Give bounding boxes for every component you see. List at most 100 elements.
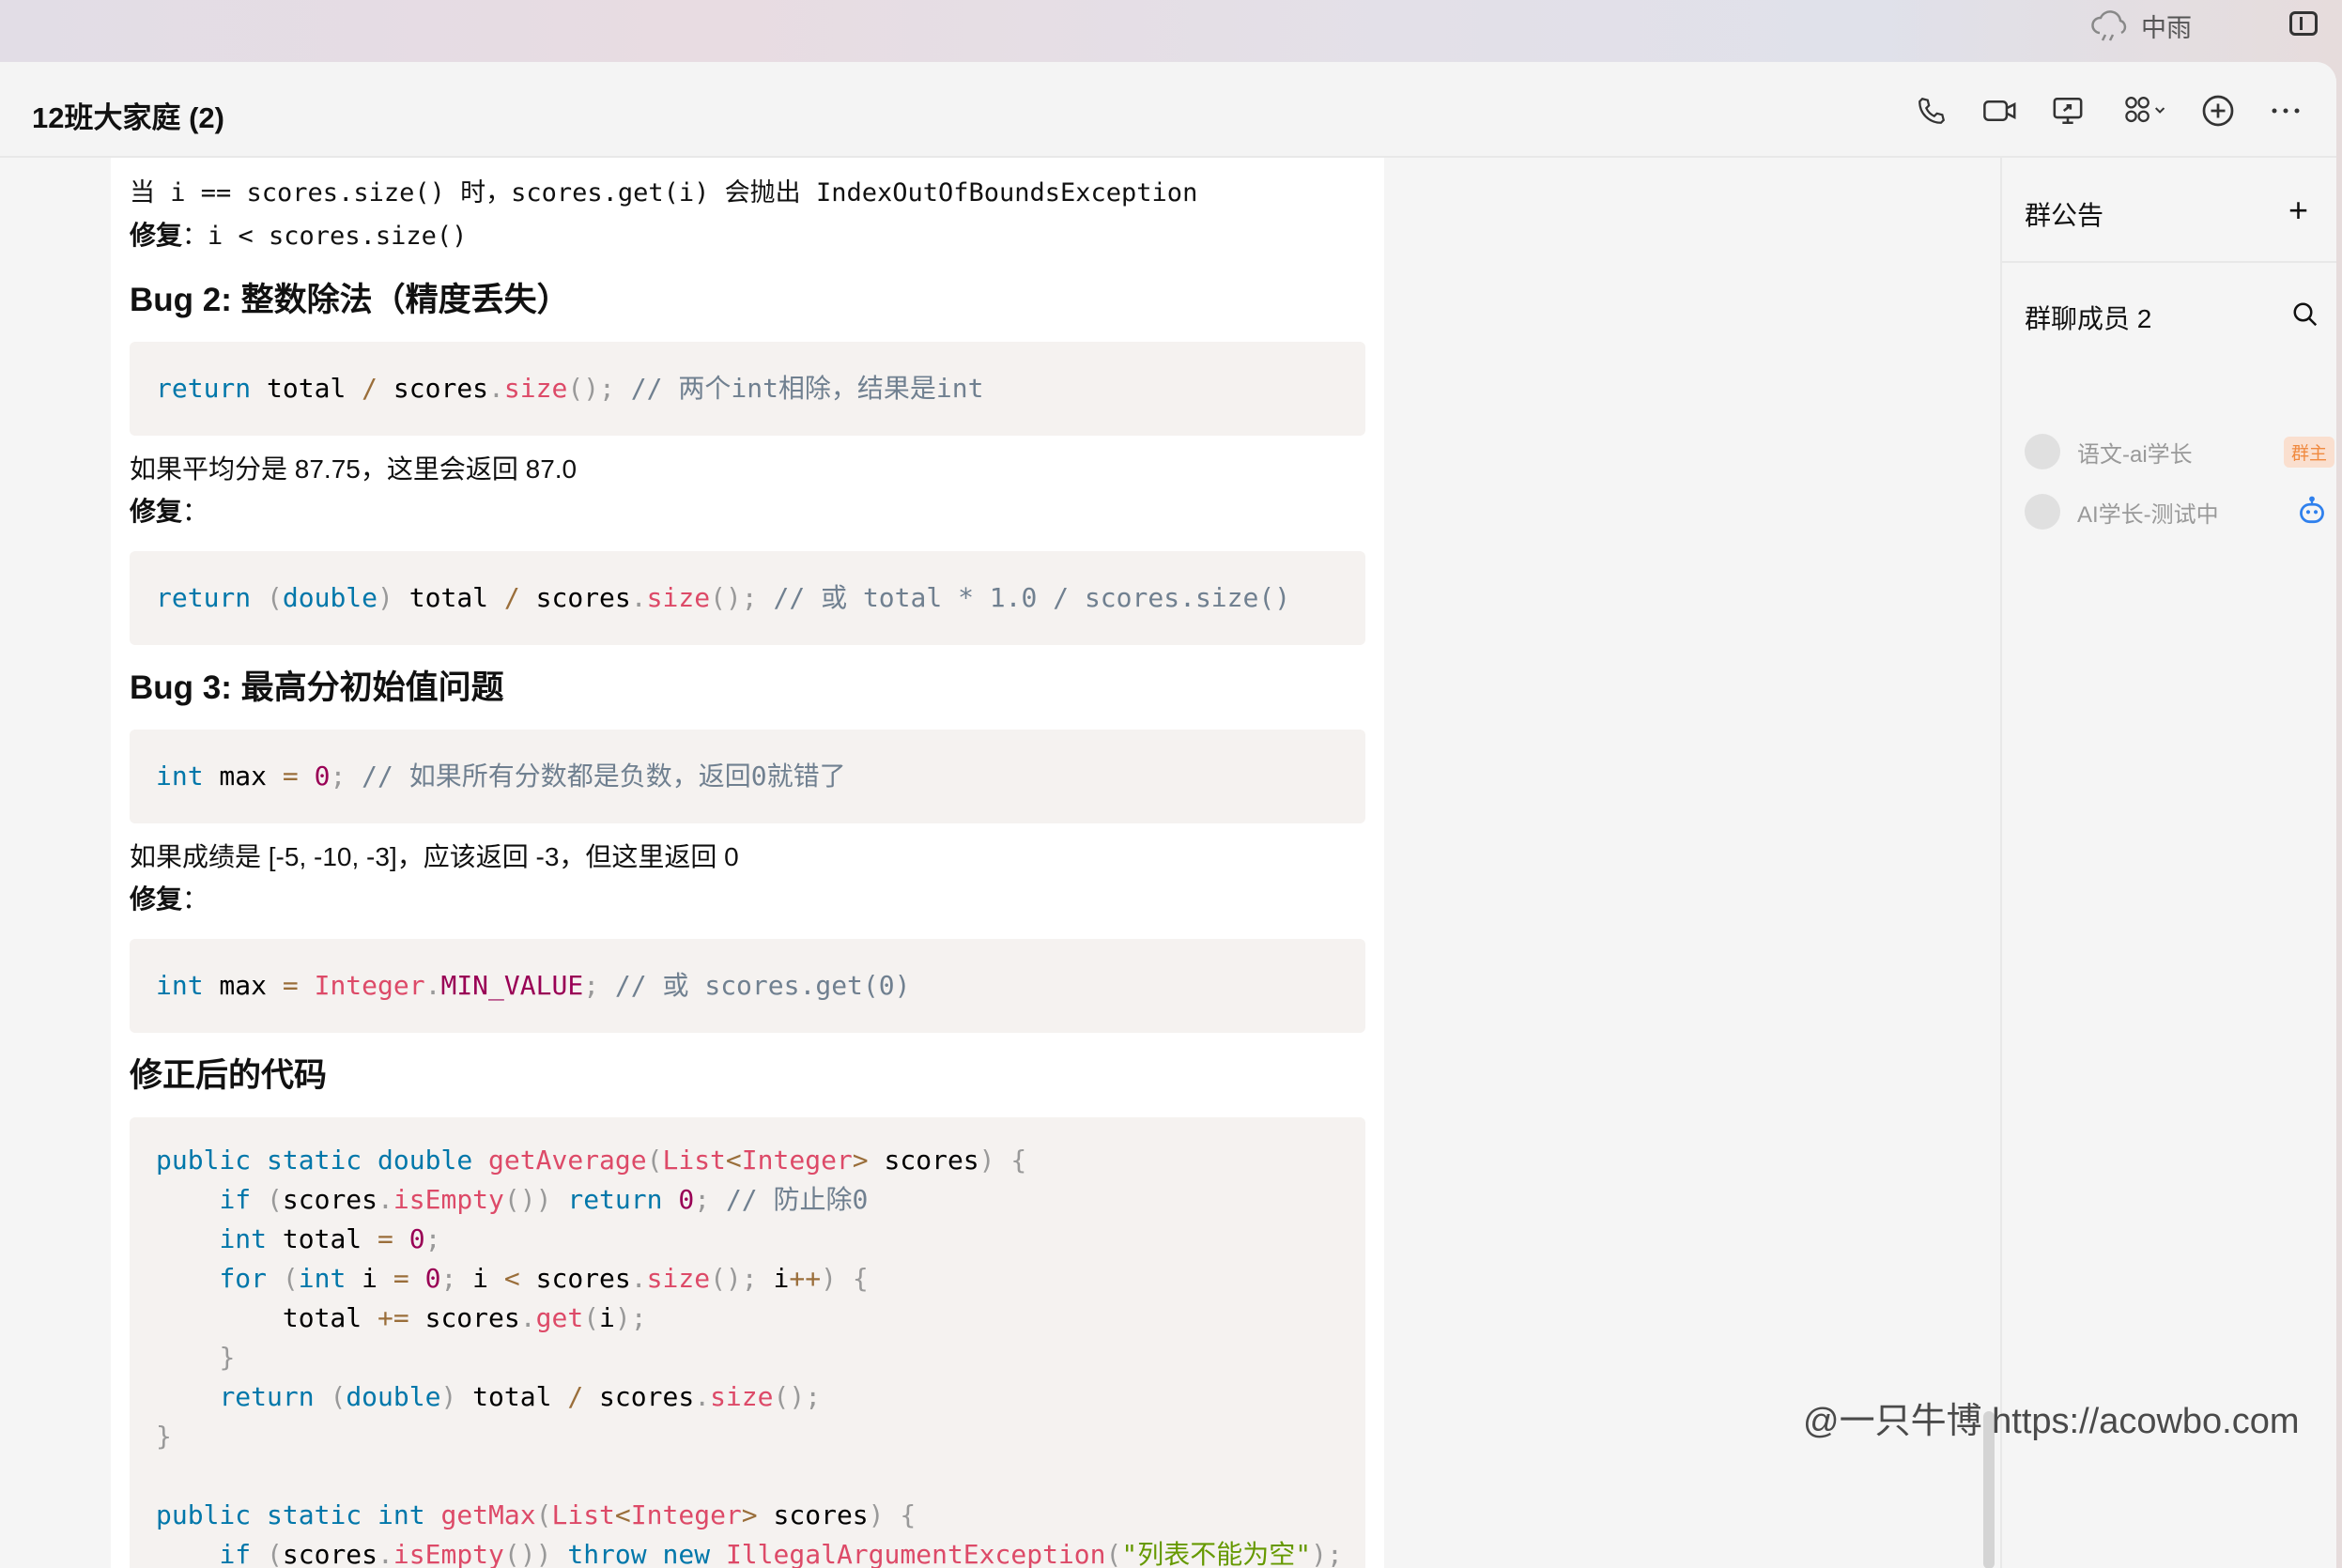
code-token: 0: [409, 1223, 425, 1254]
code-token: "列表不能为空": [1121, 1539, 1311, 1568]
code-token: ;: [583, 970, 599, 1001]
code-token: scores: [283, 1184, 377, 1215]
code-token: >: [853, 1145, 869, 1176]
code-token: [315, 1381, 331, 1412]
code-token: int: [156, 970, 204, 1001]
code-token: .: [377, 1539, 393, 1568]
chat-header: 12班大家庭 (2): [0, 62, 2336, 158]
code-token: [551, 1184, 567, 1215]
more-icon[interactable]: [2269, 94, 2303, 128]
code-token: int: [156, 761, 204, 792]
code-token: <: [504, 1263, 520, 1294]
code-token: 0: [315, 761, 331, 792]
code-token: (: [267, 1184, 283, 1215]
colon: ：: [182, 884, 208, 914]
code-token: [551, 1539, 567, 1568]
code-token: total: [267, 1223, 377, 1254]
code-token: scores: [377, 373, 488, 404]
heading-fixed-code: 修正后的代码: [130, 1053, 1365, 1099]
code-token: (: [283, 1263, 299, 1294]
code-token: [267, 1263, 283, 1294]
apps-menu-icon[interactable]: [2124, 94, 2171, 128]
code-token: =: [393, 1263, 409, 1294]
code-line: if (scores.isEmpty()) throw new IllegalA…: [156, 1535, 1339, 1568]
code-line: return (double) total / scores.size(); /…: [156, 578, 1339, 618]
video-call-icon[interactable]: [1983, 94, 2017, 128]
code-token: .: [488, 373, 504, 404]
code-token: isEmpty: [393, 1539, 504, 1568]
code-token: .: [377, 1184, 393, 1215]
group-sidebar: 群公告 + 群聊成员 2 语文-ai学长 群主 AI学长-测试中: [2000, 158, 2336, 1568]
code-token: scores: [520, 1263, 631, 1294]
code-token: 0: [678, 1184, 694, 1215]
code-token: (: [267, 1539, 283, 1568]
avatar: [2025, 494, 2060, 530]
fix-label: 修复: [130, 497, 182, 526]
text-line: 如果成绩是 [-5, -10, -3]，应该返回 -3，但这里返回 0: [130, 836, 1365, 878]
code-token: List: [662, 1145, 725, 1176]
code-token: ++: [789, 1263, 821, 1294]
code-token: new: [663, 1539, 711, 1568]
code-token: ();: [774, 1381, 822, 1412]
message-area: 当 i == scores.size() 时，scores.get(i) 会抛出…: [0, 158, 2000, 1568]
code-token: (: [536, 1499, 552, 1530]
code-token: getAverage: [488, 1145, 647, 1176]
code-token: double: [283, 582, 377, 613]
heading-bug3: Bug 3: 最高分初始值问题: [130, 666, 1365, 711]
code-token: [710, 1539, 726, 1568]
code-token: [710, 1184, 726, 1215]
code-token: return: [156, 582, 251, 613]
code-token: [837, 1263, 853, 1294]
code-line: ​: [156, 1456, 1339, 1496]
code-token: return: [156, 373, 251, 404]
screen-share-icon[interactable]: [2051, 94, 2085, 128]
member-item[interactable]: 语文-ai学长 群主: [2025, 434, 2334, 469]
code-token: for: [219, 1263, 267, 1294]
code-token: [251, 1145, 267, 1176]
code-token: scores: [583, 1381, 694, 1412]
code-token: [156, 1223, 219, 1254]
code-token: [647, 1539, 663, 1568]
code-token: [472, 1145, 488, 1176]
sidebar-toggle-icon[interactable]: [2289, 11, 2318, 36]
code-token: );: [1311, 1539, 1343, 1568]
code-block: return total / scores.size(); // 两个int相除…: [130, 342, 1365, 436]
code-line: }: [156, 1338, 1339, 1377]
code-token: total: [456, 1381, 567, 1412]
code-token: [156, 1342, 219, 1373]
weather-widget[interactable]: 中雨: [2090, 8, 2192, 44]
code-token: .: [520, 1302, 536, 1333]
code-token: /: [504, 582, 520, 613]
member-item[interactable]: AI学长-测试中: [2025, 494, 2334, 530]
search-icon[interactable]: [2291, 300, 2319, 333]
add-notice-icon[interactable]: +: [2288, 193, 2308, 227]
code-token: [758, 582, 774, 613]
code-token: int: [219, 1223, 267, 1254]
code-token: static: [267, 1145, 362, 1176]
code-token: isEmpty: [393, 1184, 504, 1215]
avatar: [2025, 434, 2060, 469]
text-line: 如果平均分是 87.75，这里会返回 87.0: [130, 448, 1365, 490]
code-token: total: [251, 373, 362, 404]
code-token: ): [377, 582, 393, 613]
code-token: {: [1010, 1145, 1026, 1176]
code-token: scores: [283, 1539, 377, 1568]
code-token: max: [204, 970, 283, 1001]
code-token: (: [647, 1145, 663, 1176]
phone-icon[interactable]: [1915, 94, 1949, 128]
text-line: 当 i == scores.size() 时，scores.get(i) 会抛出…: [130, 171, 1365, 214]
code-token: // 防止除0: [726, 1184, 868, 1215]
code-token: .: [631, 1263, 647, 1294]
code-token: i: [456, 1263, 504, 1294]
code-token: scores: [409, 1302, 520, 1333]
code-token: ): [869, 1499, 885, 1530]
code-token: [346, 761, 362, 792]
code-token: // 两个int相除，结果是int: [631, 373, 984, 404]
code-token: ;: [330, 761, 346, 792]
code-line: if (scores.isEmpty()) return 0; // 防止除0: [156, 1180, 1339, 1220]
code-token: .: [425, 970, 441, 1001]
add-chat-icon[interactable]: [2201, 94, 2235, 128]
code-token: {: [853, 1263, 869, 1294]
code-line: public static int getMax(List<Integer> s…: [156, 1496, 1339, 1535]
code-token: [251, 1184, 267, 1215]
